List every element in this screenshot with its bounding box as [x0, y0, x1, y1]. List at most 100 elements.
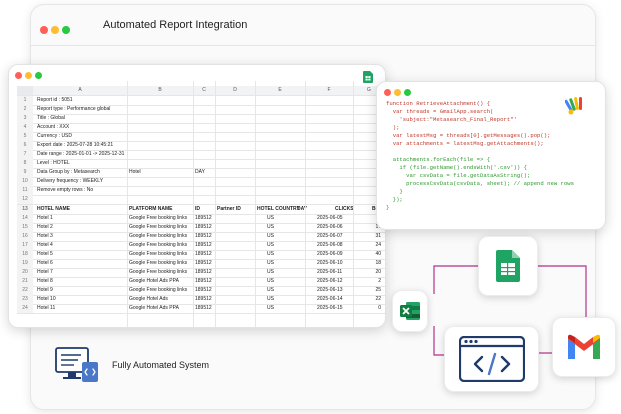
cell-platform[interactable]: Google Free booking links	[129, 268, 193, 277]
header-partner-id[interactable]: Partner ID	[217, 205, 255, 214]
col-header-e[interactable]: E	[255, 86, 305, 95]
cell-platform[interactable]: Google Free booking links	[129, 241, 193, 250]
header-clicks[interactable]: CLICKS	[335, 205, 365, 214]
cell-platform[interactable]: Google Free booking links	[129, 214, 193, 223]
connector-sheets-gmail	[536, 265, 587, 317]
cell-country[interactable]: US	[267, 214, 297, 223]
code-close-button[interactable]	[384, 89, 391, 96]
col-header-f[interactable]: F	[305, 86, 353, 95]
cell-clicks[interactable]: 0	[363, 304, 381, 313]
cell-hotel[interactable]: Hotel 5	[37, 250, 127, 259]
sheet-close-button[interactable]	[15, 72, 22, 79]
meta-cell-a[interactable]: Delivery frequency : WEEKLY	[37, 177, 127, 186]
cell-id[interactable]: 189512	[195, 232, 215, 241]
cell-clicks[interactable]: 25	[363, 286, 381, 295]
cell-country[interactable]: US	[267, 250, 297, 259]
bottom-label: Fully Automated System	[112, 360, 210, 370]
cell-platform[interactable]: Google Hotel Ads PPA	[129, 304, 193, 313]
cell-id[interactable]: 189512	[195, 277, 215, 286]
meta-cell-a[interactable]: Currency : USD	[37, 132, 127, 141]
col-header-d[interactable]: D	[215, 86, 255, 95]
cell-id[interactable]: 189512	[195, 286, 215, 295]
code-editor-tile[interactable]	[444, 326, 539, 392]
cell-id[interactable]: 189512	[195, 268, 215, 277]
cell-clicks[interactable]: 22	[363, 295, 381, 304]
meta-cell-a[interactable]	[37, 195, 127, 204]
sheet-maximize-button[interactable]	[35, 72, 42, 79]
cell-platform[interactable]: Google Free booking links	[129, 223, 193, 232]
meta-cell-c[interactable]: DAY	[195, 168, 215, 177]
cell-id[interactable]: 189512	[195, 304, 215, 313]
cell-clicks[interactable]: 31	[363, 232, 381, 241]
cell-hotel[interactable]: Hotel 4	[37, 241, 127, 250]
header-hotel-name[interactable]: HOTEL NAME	[37, 205, 127, 214]
cell-id[interactable]: 189512	[195, 250, 215, 259]
header-platform-name[interactable]: PLATFORM NAME	[129, 205, 193, 214]
cell-hotel[interactable]: Hotel 3	[37, 232, 127, 241]
cell-hotel[interactable]: Hotel 2	[37, 223, 127, 232]
connector-excel-sheets	[433, 265, 480, 294]
header-day[interactable]: DAY	[297, 205, 337, 214]
meta-cell-a[interactable]: Data Group by : Metasearch	[37, 168, 127, 177]
cell-platform[interactable]: Google Hotel Ads	[129, 295, 193, 304]
cell-platform[interactable]: Google Free booking links	[129, 259, 193, 268]
sheets-tile[interactable]	[478, 236, 538, 296]
excel-tile[interactable]	[392, 290, 428, 332]
cell-hotel[interactable]: Hotel 6	[37, 259, 127, 268]
cell-clicks[interactable]: 40	[363, 250, 381, 259]
col-header-a[interactable]: A	[33, 86, 127, 95]
cell-id[interactable]: 189512	[195, 259, 215, 268]
cell-country[interactable]: US	[267, 304, 297, 313]
cell-country[interactable]: US	[267, 286, 297, 295]
meta-cell-a[interactable]: Title : Global	[37, 114, 127, 123]
cell-country[interactable]: US	[267, 277, 297, 286]
meta-cell-a[interactable]: Account : XXX	[37, 123, 127, 132]
connector-excel-code	[433, 326, 444, 356]
meta-cell-a[interactable]: Level : HOTEL	[37, 159, 127, 168]
meta-cell-b[interactable]: Hotel	[129, 168, 193, 177]
cell-clicks[interactable]: 20	[363, 268, 381, 277]
cell-country[interactable]: US	[267, 241, 297, 250]
cell-country[interactable]: US	[267, 259, 297, 268]
cell-country[interactable]: US	[267, 295, 297, 304]
cell-country[interactable]: US	[267, 268, 297, 277]
code-line: var attachments = latestMsg.getAttachmen…	[386, 140, 544, 147]
monitor-icon	[55, 347, 98, 382]
cell-clicks[interactable]: 2	[363, 277, 381, 286]
cell-hotel[interactable]: Hotel 9	[37, 286, 127, 295]
col-header-c[interactable]: C	[193, 86, 215, 95]
cell-country[interactable]: US	[267, 223, 297, 232]
header-id[interactable]: ID	[195, 205, 215, 214]
code-maximize-button[interactable]	[404, 89, 411, 96]
meta-cell-a[interactable]: Report type : Performance global	[37, 105, 127, 114]
code-content[interactable]: function RetrieveAttachment() { var thre…	[386, 100, 574, 212]
cell-platform[interactable]: Google Free booking links	[129, 250, 193, 259]
cell-hotel[interactable]: Hotel 1	[37, 214, 127, 223]
spreadsheet-window: A B C D E F G 1 Report id : 5051 2 Report t…	[8, 64, 386, 328]
code-line: );	[386, 124, 400, 131]
cell-platform[interactable]: Google Free booking links	[129, 286, 193, 295]
cell-id[interactable]: 189512	[195, 295, 215, 304]
cell-hotel[interactable]: Hotel 8	[37, 277, 127, 286]
meta-cell-a[interactable]: Report id : 5051	[37, 96, 127, 105]
excel-icon	[400, 302, 420, 320]
cell-hotel[interactable]: Hotel 7	[37, 268, 127, 277]
gmail-tile[interactable]	[552, 317, 616, 377]
cell-clicks[interactable]: 18	[363, 259, 381, 268]
cell-id[interactable]: 189512	[195, 241, 215, 250]
sheet-minimize-button[interactable]	[25, 72, 32, 79]
cell-platform[interactable]: Google Free booking links	[129, 232, 193, 241]
cell-platform[interactable]: Google Hotel Ads PPA	[129, 277, 193, 286]
code-line: 'subject:"Metasearch_Final_Report"'	[386, 116, 517, 123]
cell-clicks[interactable]: 24	[363, 241, 381, 250]
code-minimize-button[interactable]	[394, 89, 401, 96]
meta-cell-a[interactable]: Export date : 2025-07-28 10:45:21	[37, 141, 127, 150]
col-header-b[interactable]: B	[127, 86, 193, 95]
meta-cell-a[interactable]: Remove empty rows : No	[37, 186, 127, 195]
cell-country[interactable]: US	[267, 232, 297, 241]
cell-id[interactable]: 189512	[195, 214, 215, 223]
cell-id[interactable]: 189512	[195, 223, 215, 232]
cell-hotel[interactable]: Hotel 11	[37, 304, 127, 313]
meta-cell-a[interactable]: Date range : 2025-01-01 -> 2025-12-31	[37, 150, 127, 159]
cell-hotel[interactable]: Hotel 10	[37, 295, 127, 304]
